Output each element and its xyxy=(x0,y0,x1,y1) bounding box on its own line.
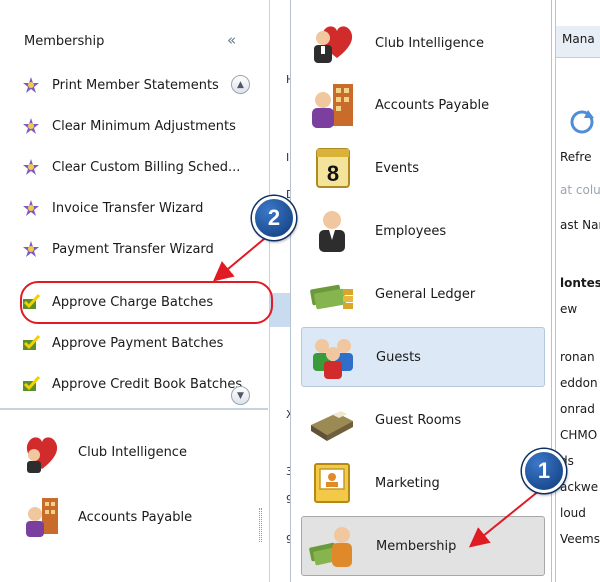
wizard-icon xyxy=(23,159,39,175)
nav-item-employees[interactable]: Employees xyxy=(301,201,545,261)
task-payment-transfer-wizard[interactable]: Payment Transfer Wizard xyxy=(22,234,262,264)
grid-row-cell[interactable]: eddon xyxy=(560,376,598,390)
money-person-icon xyxy=(309,527,352,567)
task-label: Payment Transfer Wizard xyxy=(52,241,214,257)
heart-person-icon xyxy=(314,26,353,63)
task-approve-payment-batches[interactable]: Approve Payment Batches xyxy=(22,328,262,358)
pane-title: Membership xyxy=(24,34,105,49)
task-approve-credit-book-batches[interactable]: Approve Credit Book Batches xyxy=(22,369,244,399)
employee-icon xyxy=(319,211,345,252)
nav-item-label: General Ledger xyxy=(375,286,476,302)
marketing-icon xyxy=(314,463,350,503)
building-person-icon xyxy=(312,84,353,128)
wizard-icon xyxy=(23,118,39,134)
pane-splitter[interactable] xyxy=(0,408,268,410)
task-invoice-transfer-wizard[interactable]: Invoice Transfer Wizard xyxy=(22,193,262,223)
grid-row-cell[interactable]: CHMO xyxy=(560,428,597,442)
collapse-pane-button[interactable]: « xyxy=(227,31,236,49)
scroll-down-button[interactable]: ▼ xyxy=(231,386,250,405)
nav-item-events[interactable]: 8 Events xyxy=(301,138,545,198)
nav-item-label: Club Intelligence xyxy=(375,35,484,51)
last-name-column-header[interactable]: ast Nan xyxy=(560,218,600,232)
nav-item-guest-rooms[interactable]: Guest Rooms xyxy=(301,390,545,450)
nav-item-label: Guest Rooms xyxy=(375,412,462,428)
nav-item-label: Guests xyxy=(376,349,421,365)
nav-item-membership[interactable]: Membership xyxy=(301,516,545,576)
resize-grip[interactable] xyxy=(259,508,262,542)
nav-item-label: Marketing xyxy=(375,475,440,491)
task-label: Approve Credit Book Batches xyxy=(52,376,243,392)
drag-column-hint: at colu xyxy=(560,183,600,197)
grid-row-cell[interactable]: Veems xyxy=(560,532,600,546)
refresh-button-label[interactable]: Refre xyxy=(560,150,591,164)
wizard-icon xyxy=(23,241,39,257)
grid-row-cell[interactable]: loud xyxy=(560,506,586,520)
group-icon xyxy=(313,339,353,379)
nav-item-marketing[interactable]: Marketing xyxy=(301,453,545,513)
calendar-icon: 8 xyxy=(316,148,350,188)
highlight-approve-charge-batches xyxy=(20,281,273,324)
task-print-member-statements[interactable]: Print Member Statements xyxy=(22,70,262,100)
svg-text:8: 8 xyxy=(327,161,339,186)
nav-item-label: Accounts Payable xyxy=(375,97,490,113)
building-person-icon xyxy=(26,498,58,537)
approve-icon xyxy=(23,334,40,350)
task-label: Clear Custom Billing Sched... xyxy=(52,159,241,175)
module-label: Accounts Payable xyxy=(78,509,193,525)
task-clear-minimum-adjustments[interactable]: Clear Minimum Adjustments xyxy=(22,111,262,141)
task-clear-custom-billing[interactable]: Clear Custom Billing Sched... xyxy=(22,152,262,182)
task-label: Approve Payment Batches xyxy=(52,335,224,351)
wizard-icon xyxy=(23,77,39,93)
manage-tab[interactable]: Mana xyxy=(556,26,600,58)
task-label: Clear Minimum Adjustments xyxy=(52,118,236,134)
refresh-icon[interactable] xyxy=(568,108,596,136)
manage-tab-label: Mana xyxy=(562,32,595,46)
grid-row-cell[interactable]: ronan xyxy=(560,350,595,364)
wizard-icon xyxy=(23,200,39,216)
heart-person-icon xyxy=(26,437,58,473)
module-accounts-payable[interactable]: Accounts Payable xyxy=(22,489,262,545)
module-label: Club Intelligence xyxy=(78,444,187,460)
task-label: Invoice Transfer Wizard xyxy=(52,200,204,216)
approve-icon xyxy=(23,375,40,391)
nav-item-label: Events xyxy=(375,160,420,176)
scroll-up-button[interactable]: ▲ xyxy=(231,75,250,94)
money-icon xyxy=(310,284,353,310)
step-badge-2: 2 xyxy=(252,196,296,240)
nav-item-accounts-payable[interactable]: Accounts Payable xyxy=(301,75,545,135)
nav-item-club-intelligence[interactable]: Club Intelligence xyxy=(301,13,545,73)
grid-row-cell[interactable]: ackwe xyxy=(560,480,598,494)
nav-item-guests[interactable]: Guests xyxy=(301,327,545,387)
navigation-module-menu: Club Intelligence Accounts Payable 8 Eve… xyxy=(290,0,552,582)
grid-row-cell[interactable]: onrad xyxy=(560,402,595,416)
step-badge-1: 1 xyxy=(522,449,566,493)
grid-row-cell[interactable]: lontes xyxy=(560,276,600,290)
pane-header: Membership « xyxy=(0,22,268,62)
nav-item-label: Membership xyxy=(376,538,457,554)
nav-item-label: Employees xyxy=(375,223,447,239)
module-club-intelligence[interactable]: Club Intelligence xyxy=(22,424,262,480)
nav-item-general-ledger[interactable]: General Ledger xyxy=(301,264,545,324)
members-grid-fragment: Mana Refre at colu ast Nan lontes ew ron… xyxy=(555,0,600,582)
task-label: Print Member Statements xyxy=(52,77,219,93)
bed-icon xyxy=(311,411,353,441)
grid-row-cell[interactable]: ew xyxy=(560,302,577,316)
